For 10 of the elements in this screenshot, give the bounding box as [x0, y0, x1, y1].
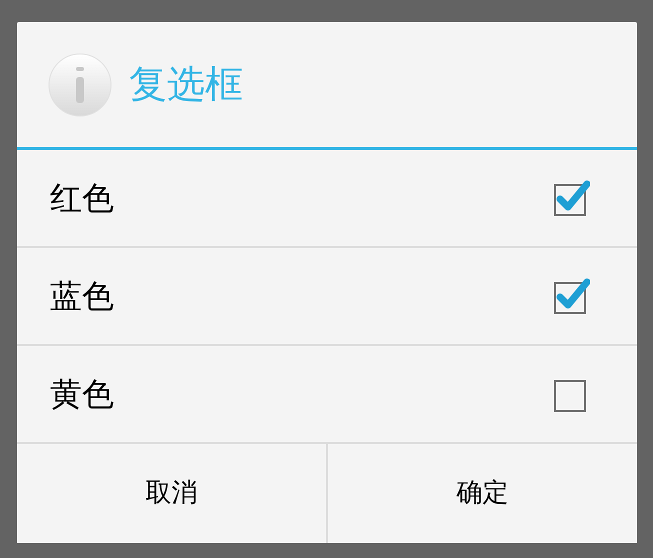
option-row[interactable]: 红色 — [17, 150, 637, 248]
option-label: 黄色 — [50, 374, 114, 415]
dialog-button[interactable]: 确定 — [326, 444, 637, 543]
dialog-title: 复选框 — [129, 61, 243, 108]
option-label: 蓝色 — [50, 276, 114, 317]
checked-checkbox-icon[interactable] — [554, 278, 590, 314]
checked-checkbox-icon[interactable] — [554, 180, 590, 216]
info-icon — [48, 52, 112, 116]
option-label: 红色 — [50, 178, 114, 219]
option-row[interactable]: 蓝色 — [17, 248, 637, 346]
